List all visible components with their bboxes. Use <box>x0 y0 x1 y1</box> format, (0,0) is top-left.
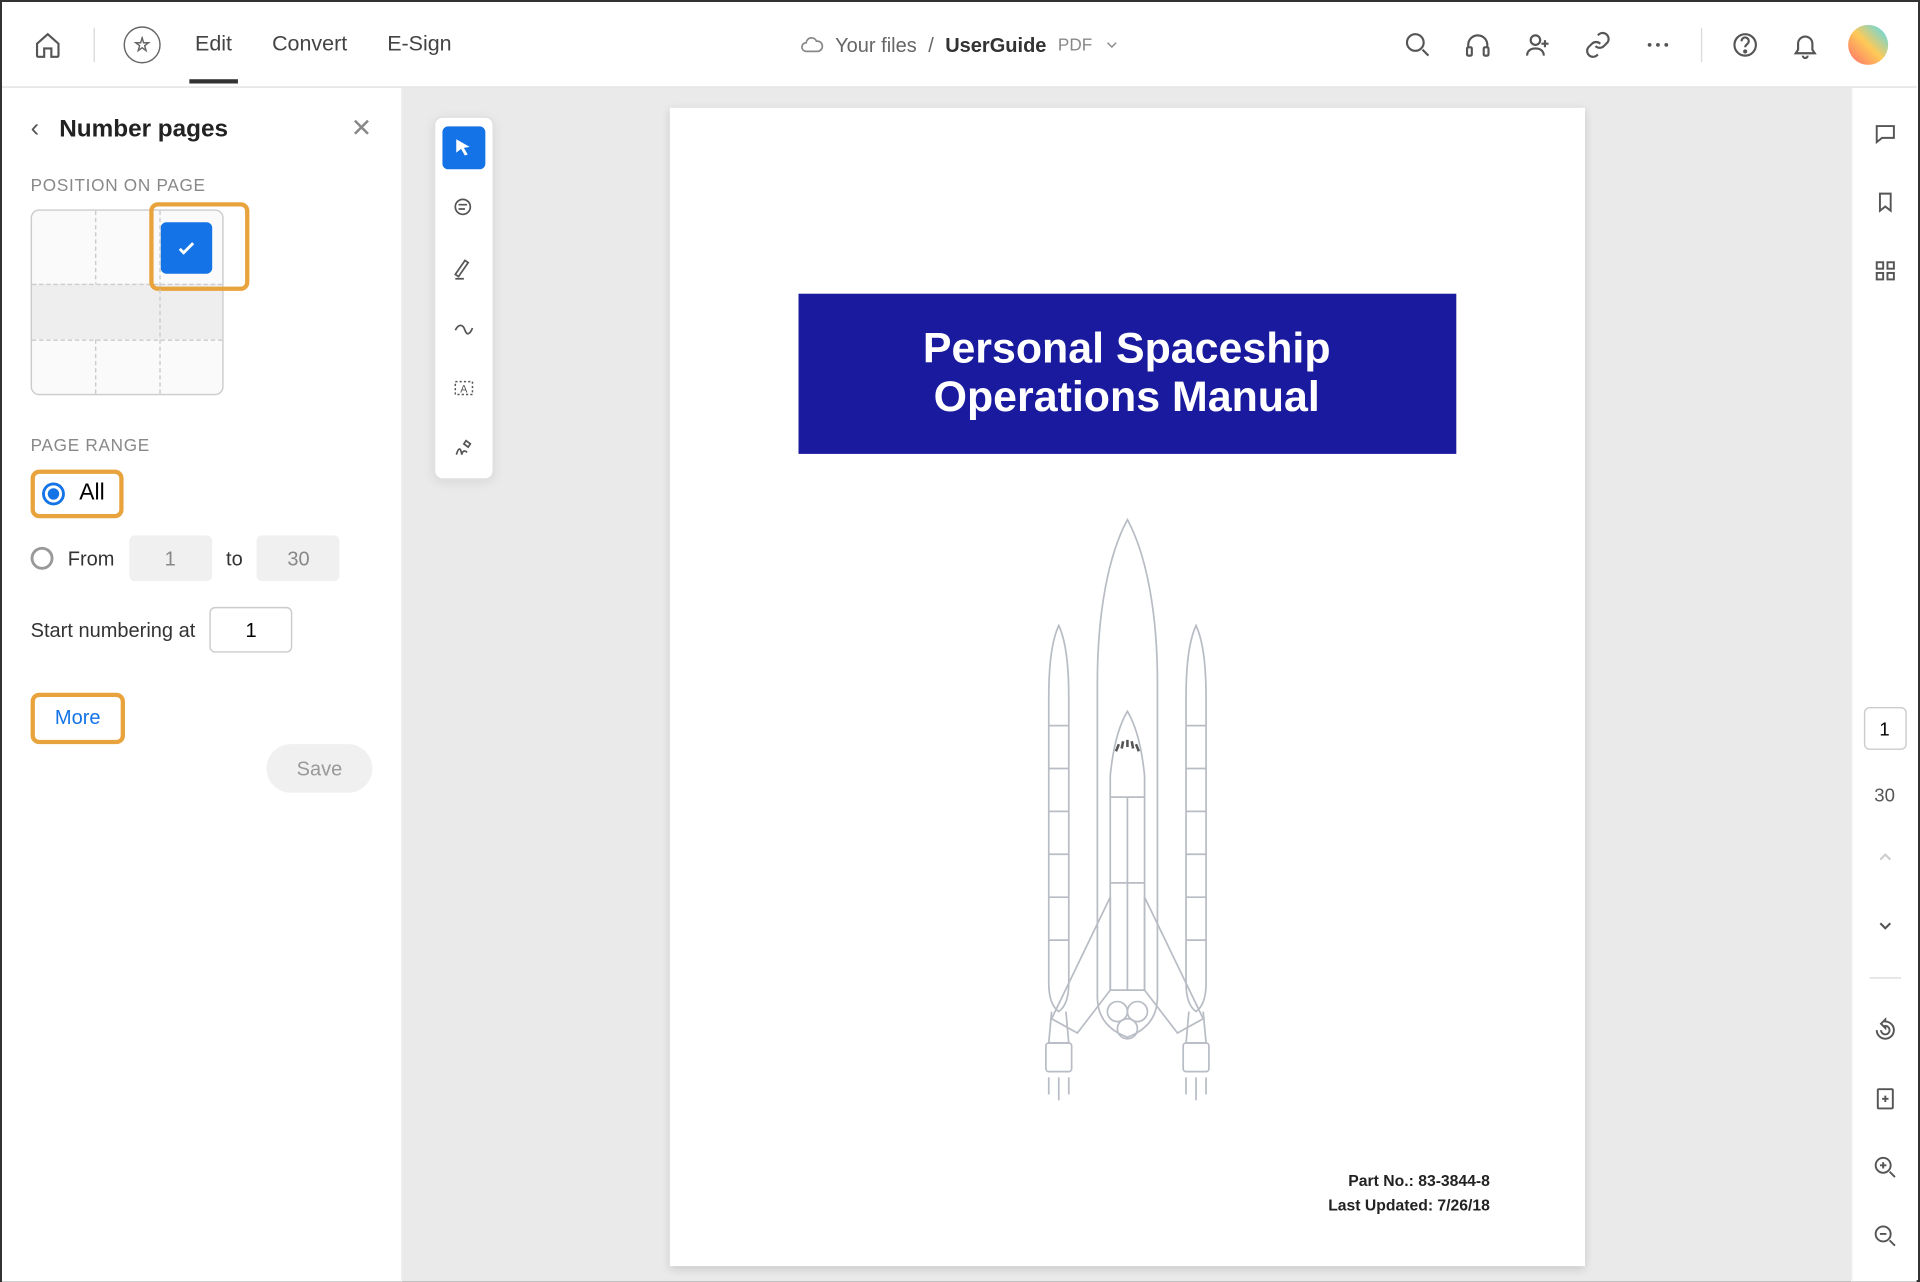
breadcrumb-filename[interactable]: UserGuide <box>945 33 1046 56</box>
from-input[interactable] <box>129 535 212 581</box>
position-section-label: Position on page <box>31 175 373 195</box>
page-up-icon[interactable] <box>1867 840 1901 874</box>
help-icon[interactable] <box>1728 27 1762 61</box>
bell-icon[interactable] <box>1788 27 1822 61</box>
floating-toolbar: A <box>434 116 494 479</box>
number-pages-panel: ‹ Number pages ✕ Position on page Page r… <box>2 88 402 1282</box>
bookmark-icon[interactable] <box>1867 185 1901 219</box>
comment-icon[interactable] <box>1867 116 1901 150</box>
comment-tool[interactable] <box>442 186 485 229</box>
right-rail: 1 30 <box>1851 88 1917 1282</box>
breadcrumb-prefix[interactable]: Your files <box>835 33 917 56</box>
select-tool[interactable] <box>442 126 485 169</box>
breadcrumb-sep: / <box>928 33 934 56</box>
highlight-tool[interactable] <box>442 247 485 290</box>
start-label: Start numbering at <box>31 618 196 641</box>
radio-from[interactable] <box>31 547 54 570</box>
document-meta: Part No.: 83-3844-8 Last Updated: 7/26/1… <box>1328 1170 1490 1217</box>
search-icon[interactable] <box>1401 27 1435 61</box>
from-label: From <box>68 547 115 570</box>
tutorial-highlight-all: All <box>31 470 124 519</box>
radio-all[interactable] <box>42 482 65 505</box>
home-icon[interactable] <box>31 27 65 61</box>
to-input[interactable] <box>257 535 340 581</box>
breadcrumb-ext: PDF <box>1058 34 1092 54</box>
tab-convert[interactable]: Convert <box>266 32 353 56</box>
back-icon[interactable]: ‹ <box>31 114 40 144</box>
zoom-out-icon[interactable] <box>1867 1219 1901 1253</box>
position-grid[interactable] <box>31 209 224 395</box>
tutorial-highlight-position <box>150 202 250 291</box>
svg-text:A: A <box>460 383 468 395</box>
cloud-icon <box>798 31 824 57</box>
pdf-page[interactable]: Personal Spaceship Operations Manual <box>669 108 1584 1266</box>
breadcrumb: Your files / UserGuide PDF <box>798 31 1121 57</box>
grid-icon[interactable] <box>1867 254 1901 288</box>
draw-tool[interactable] <box>442 307 485 350</box>
range-section-label: Page range <box>31 435 373 455</box>
start-numbering-input[interactable] <box>210 607 293 653</box>
add-person-icon[interactable] <box>1521 27 1555 61</box>
textbox-tool[interactable]: A <box>442 367 485 410</box>
avatar[interactable] <box>1848 24 1888 64</box>
star-tool-icon[interactable] <box>124 26 161 63</box>
sign-tool[interactable] <box>442 427 485 470</box>
radio-all-label: All <box>79 481 104 507</box>
rotate-icon[interactable] <box>1867 1013 1901 1047</box>
to-label: to <box>226 547 243 570</box>
spaceship-illustration <box>977 511 1277 1140</box>
close-icon[interactable]: ✕ <box>351 114 373 144</box>
panel-title: Number pages <box>59 114 331 143</box>
total-pages: 30 <box>1874 784 1895 805</box>
zoom-in-icon[interactable] <box>1867 1150 1901 1184</box>
link-icon[interactable] <box>1581 27 1615 61</box>
tutorial-highlight-more: More <box>31 693 125 744</box>
save-button[interactable]: Save <box>267 744 373 793</box>
chevron-down-icon[interactable] <box>1104 36 1121 53</box>
fit-page-icon[interactable] <box>1867 1082 1901 1116</box>
headphones-icon[interactable] <box>1461 27 1495 61</box>
current-page[interactable]: 1 <box>1863 707 1906 750</box>
page-down-icon[interactable] <box>1867 909 1901 943</box>
more-link[interactable]: More <box>55 706 101 729</box>
document-title: Personal Spaceship Operations Manual <box>798 294 1456 454</box>
document-area: Personal Spaceship Operations Manual <box>402 88 1851 1282</box>
topbar: Edit Convert E-Sign Your files / UserGui… <box>2 2 1917 88</box>
more-icon[interactable] <box>1641 27 1675 61</box>
tab-esign[interactable]: E-Sign <box>382 32 458 56</box>
tab-edit[interactable]: Edit <box>189 32 237 56</box>
